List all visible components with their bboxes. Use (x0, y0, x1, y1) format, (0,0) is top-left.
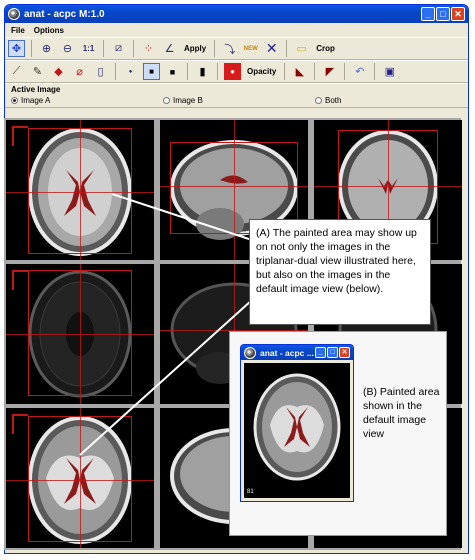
default-window-title: anat - acpc ... (260, 347, 314, 358)
blank-page-icon[interactable]: ▯ (92, 63, 109, 80)
toolbar-separator (344, 63, 346, 80)
crosshair-vertical (234, 120, 235, 260)
dropper-icon[interactable]: ✎ (29, 63, 46, 80)
angle-icon[interactable]: ∠ (161, 40, 178, 57)
toolbar-separator (187, 63, 188, 80)
brush-small-icon[interactable]: ● (122, 63, 139, 80)
radio-image-b-dot[interactable] (163, 97, 170, 104)
radio-image-b[interactable]: Image B (163, 96, 203, 105)
default-image-view[interactable]: 81 (244, 363, 350, 498)
orientation-marker (12, 270, 28, 290)
radio-both-label: Both (325, 96, 342, 105)
toolbar-paint: ⟋ ✎ ◆ ⌀ ▯ ● ■ ■ ▮ ● Opacity ◣ ◤ ↶ ▣ (5, 60, 468, 83)
default-image-window: anat - acpc ... _ □ ✕ 81 (240, 344, 354, 502)
toolbar-separator (103, 40, 104, 57)
maximize-button[interactable]: □ (327, 347, 338, 358)
slice-number: 81 (247, 489, 254, 495)
orientation-marker (12, 126, 28, 146)
toolbar-separator (374, 63, 376, 80)
crop-button[interactable]: Crop (314, 44, 337, 53)
minimize-button[interactable]: _ (315, 347, 326, 358)
axial-image-both[interactable] (6, 408, 154, 548)
apply-button[interactable]: Apply (182, 44, 208, 53)
close-button[interactable]: ✕ (451, 7, 465, 21)
color-swatch-icon[interactable]: ● (224, 63, 241, 80)
opacity-button[interactable]: Opacity (245, 67, 278, 76)
save-icon[interactable]: ▣ (381, 63, 398, 80)
radio-both[interactable]: Both (315, 96, 341, 105)
paint-to-mask-icon[interactable]: ◣ (291, 63, 308, 80)
active-image-options: Image A Image B Both (5, 94, 468, 108)
callout-b: (B) Painted area shown in the default im… (363, 386, 440, 440)
toolbar-separator (284, 63, 286, 80)
default-image-brain (253, 373, 341, 481)
toolbar-separator (217, 63, 218, 80)
title-bar: anat - acpc M:1.0 _ □ ✕ (5, 5, 468, 23)
fill-icon[interactable]: ◆ (50, 63, 67, 80)
axial-image-b[interactable] (6, 264, 154, 404)
zoom-in-icon[interactable]: ⊕ (38, 40, 55, 57)
paint-brush-icon[interactable]: ⟋ (8, 63, 25, 80)
radio-both-dot[interactable] (315, 97, 322, 104)
crosshair-vertical (80, 408, 81, 548)
delete-icon[interactable]: ✕ (263, 40, 280, 57)
toolbar-separator (115, 63, 116, 80)
toolbar-separator (133, 40, 134, 57)
toolbar-separator (31, 40, 32, 57)
reset-zoom-button[interactable]: 1:1 (80, 40, 97, 57)
radio-image-a[interactable]: Image A (11, 96, 50, 105)
default-window-title-bar: anat - acpc ... _ □ ✕ (241, 345, 353, 360)
radio-image-b-label: Image B (173, 96, 203, 105)
eraser-icon[interactable]: ⌀ (71, 63, 88, 80)
minimize-button[interactable]: _ (421, 7, 435, 21)
app-icon (244, 346, 256, 359)
new-button[interactable]: NEW (242, 40, 259, 57)
toolbar-separator (286, 40, 288, 57)
radio-image-a-label: Image A (21, 96, 51, 105)
app-icon (8, 8, 20, 20)
toolbar-view: ✥ ⊕ ⊖ 1:1 ⧄ ⁘ ∠ Apply ⤵ NEW ✕ ▭ Crop (5, 37, 468, 60)
zoom-out-icon[interactable]: ⊖ (59, 40, 76, 57)
active-image-heading: Active Image (5, 83, 468, 94)
crosshair-vertical (80, 120, 81, 260)
menu-bar: File Options (5, 23, 468, 37)
move-icon[interactable]: ✥ (8, 40, 25, 57)
toolbar-separator (214, 40, 216, 57)
bounding-box-icon[interactable]: ▭ (293, 40, 310, 57)
points-icon[interactable]: ⁘ (140, 40, 157, 57)
axial-image-a[interactable] (6, 120, 154, 260)
mask-to-paint-icon[interactable]: ◤ (321, 63, 338, 80)
line-icon[interactable]: ⧄ (110, 40, 127, 57)
maximize-button[interactable]: □ (436, 7, 450, 21)
brush-large-icon[interactable]: ■ (164, 63, 181, 80)
radio-image-a-dot[interactable] (11, 97, 18, 104)
callout-a: (A) The painted area may show up on not … (249, 219, 431, 325)
close-button[interactable]: ✕ (339, 347, 350, 358)
menu-file[interactable]: File (11, 26, 25, 35)
brush-tall-icon[interactable]: ▮ (194, 63, 211, 80)
brush-medium-icon[interactable]: ■ (143, 63, 160, 80)
window-title: anat - acpc M:1.0 (24, 8, 105, 20)
new-point-icon[interactable]: ⤵ (221, 40, 238, 57)
toolbar-separator (314, 63, 316, 80)
undo-icon[interactable]: ↶ (351, 63, 368, 80)
menu-options[interactable]: Options (34, 26, 64, 35)
crosshair-vertical (80, 264, 81, 404)
orientation-marker (12, 414, 28, 434)
